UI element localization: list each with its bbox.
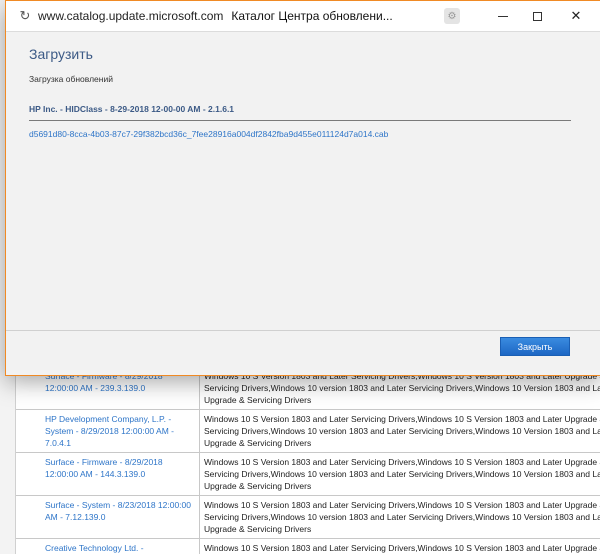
download-file-link[interactable]: d5691d80-8cca-4b03-87c7-29f382bcd36c_7fe… bbox=[29, 129, 388, 139]
update-title-link[interactable]: Surface - System - 8/23/2018 12:00:00 AM… bbox=[16, 496, 200, 538]
products-cell: Windows 10 S Version 1803 and Later Serv… bbox=[204, 457, 600, 491]
table-row: Creative Technology Ltd. - Windows 10 S … bbox=[16, 539, 600, 554]
dialog-footer: Закрыть bbox=[6, 330, 600, 375]
site-settings-icon[interactable]: ⚙ bbox=[444, 8, 460, 24]
window-titlebar[interactable]: ↻ www.catalog.update.microsoft.com Катал… bbox=[6, 1, 600, 31]
update-title-link[interactable]: Creative Technology Ltd. - bbox=[16, 539, 200, 554]
download-popup-window: ↻ www.catalog.update.microsoft.com Катал… bbox=[5, 0, 600, 376]
results-table: Surface - Firmware - 8/29/2018 12:00:00 … bbox=[16, 366, 600, 554]
minimize-button[interactable] bbox=[486, 1, 520, 31]
minimize-icon bbox=[498, 15, 508, 17]
close-window-button[interactable]: ✕ bbox=[559, 1, 593, 31]
dialog-subtitle: Загрузка обновлений bbox=[29, 74, 113, 84]
update-title-link[interactable]: HP Development Company, L.P. - System - … bbox=[16, 410, 200, 452]
products-cell: Windows 10 S Version 1803 and Later Serv… bbox=[204, 414, 600, 448]
close-button[interactable]: Закрыть bbox=[500, 337, 570, 356]
window-url: www.catalog.update.microsoft.com bbox=[38, 9, 224, 23]
maximize-icon bbox=[532, 11, 542, 21]
close-icon: ✕ bbox=[570, 8, 582, 23]
refresh-icon[interactable]: ↻ bbox=[14, 8, 36, 24]
update-title-link[interactable]: Surface - Firmware - 8/29/2018 12:00:00 … bbox=[16, 453, 200, 495]
dialog-content: Загрузить Загрузка обновлений HP Inc. - … bbox=[6, 31, 600, 330]
window-page-title: Каталог Центра обновлени... bbox=[231, 9, 393, 23]
divider bbox=[29, 120, 571, 121]
table-row: Surface - System - 8/23/2018 12:00:00 AM… bbox=[16, 496, 600, 539]
maximize-button[interactable] bbox=[520, 1, 554, 31]
update-name: HP Inc. - HIDClass - 8-29-2018 12-00-00 … bbox=[29, 104, 235, 114]
table-row: Surface - Firmware - 8/29/2018 12:00:00 … bbox=[16, 453, 600, 496]
products-cell: Windows 10 S Version 1803 and Later Serv… bbox=[204, 543, 600, 553]
products-cell: Windows 10 S Version 1803 and Later Serv… bbox=[204, 500, 600, 534]
dialog-title: Загрузить bbox=[29, 46, 93, 62]
table-row: HP Development Company, L.P. - System - … bbox=[16, 410, 600, 453]
